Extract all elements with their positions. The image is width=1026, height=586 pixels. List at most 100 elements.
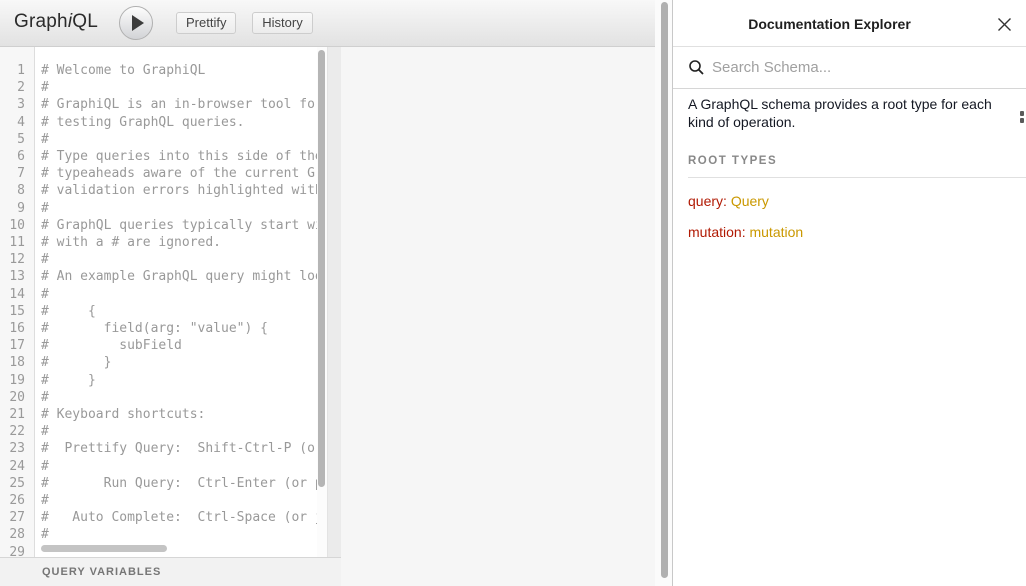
line-number: 25 <box>0 475 36 492</box>
editor-vertical-scrollbar-thumb[interactable] <box>318 50 325 487</box>
code-line: 23# Prettify Query: Shift-Ctrl-P (or pre… <box>0 440 317 457</box>
code-line: 1# Welcome to GraphiQL <box>0 62 317 79</box>
pane-resize-divider[interactable] <box>327 47 341 557</box>
line-text: # with a # are ignored. <box>36 234 221 251</box>
root-type-row: query: Query <box>688 193 1026 209</box>
line-text: # <box>36 492 49 509</box>
code-line: 9# <box>0 200 317 217</box>
graphiql-window: GraphiQL Prettify History 1# Welcome to … <box>0 0 1026 586</box>
code-rows: 1# Welcome to GraphiQL2#3# GraphiQL is a… <box>0 47 317 557</box>
code-line: 2# <box>0 79 317 96</box>
code-line: 20# <box>0 389 317 406</box>
editor-horizontal-scrollbar-thumb[interactable] <box>41 545 167 552</box>
line-text: # Run Query: Ctrl-Enter (or press the pl… <box>36 475 317 492</box>
root-type-name-link[interactable]: Query <box>731 193 769 209</box>
code-line: 6# Type queries into this side of the sc… <box>0 148 317 165</box>
code-line: 28# <box>0 526 317 543</box>
line-number: 21 <box>0 406 36 423</box>
line-number: 23 <box>0 440 36 457</box>
code-line: 22# <box>0 423 317 440</box>
line-text: # <box>36 389 49 406</box>
root-type-row: mutation: mutation <box>688 224 1026 240</box>
root-type-name-link[interactable]: mutation <box>749 224 803 240</box>
line-number: 1 <box>0 62 36 79</box>
code-line: 25# Run Query: Ctrl-Enter (or press the … <box>0 475 317 492</box>
toolbar: GraphiQL Prettify History <box>0 0 655 47</box>
line-number: 20 <box>0 389 36 406</box>
code-line: 11# with a # are ignored. <box>0 234 317 251</box>
line-text <box>36 544 41 557</box>
line-number: 17 <box>0 337 36 354</box>
line-text: # <box>36 131 49 148</box>
line-text: # } <box>36 354 111 371</box>
graphiql-logo: GraphiQL <box>14 11 98 33</box>
line-text: # { <box>36 303 96 320</box>
code-line: 5# <box>0 131 317 148</box>
documentation-explorer-panel: Documentation Explorer A GraphQL schema … <box>672 0 1026 586</box>
line-text: # Keyboard shortcuts: <box>36 406 205 423</box>
code-line: 14# <box>0 286 317 303</box>
query-editor[interactable]: 1# Welcome to GraphiQL2#3# GraphiQL is a… <box>0 47 317 557</box>
history-button[interactable]: History <box>252 12 313 34</box>
line-number: 13 <box>0 268 36 285</box>
doc-explorer-title: Documentation Explorer <box>673 16 986 32</box>
query-variables-title: QUERY VARIABLES <box>42 566 161 578</box>
code-line: 19# } <box>0 372 317 389</box>
scrollbar-segment <box>1020 111 1024 116</box>
line-number: 5 <box>0 131 36 148</box>
line-text: # <box>36 286 49 303</box>
doc-panel-scrollbar-thumb[interactable] <box>1020 111 1024 125</box>
scrollbar-segment <box>1020 118 1024 123</box>
line-number: 29 <box>0 544 36 557</box>
line-number: 11 <box>0 234 36 251</box>
result-pane <box>341 47 655 586</box>
close-doc-explorer-button[interactable] <box>994 14 1014 34</box>
line-text: # <box>36 200 49 217</box>
line-text: # <box>36 458 49 475</box>
line-number: 8 <box>0 182 36 199</box>
line-text: # <box>36 251 49 268</box>
query-variables-bar[interactable]: QUERY VARIABLES <box>0 557 341 586</box>
root-types-list: query: Query mutation: mutation <box>688 193 1026 240</box>
play-icon <box>132 15 144 31</box>
code-line: 16# field(arg: "value") { <box>0 320 317 337</box>
line-text: # <box>36 423 49 440</box>
code-line: 18# } <box>0 354 317 371</box>
line-number: 14 <box>0 286 36 303</box>
doc-explorer-titlebar: Documentation Explorer <box>673 0 1026 47</box>
app-scrollbar-thumb[interactable] <box>661 2 668 578</box>
code-line: 3# GraphiQL is an in-browser tool for wr… <box>0 96 317 113</box>
line-text: # <box>36 526 49 543</box>
execute-query-button[interactable] <box>119 6 153 40</box>
line-number: 7 <box>0 165 36 182</box>
line-number: 26 <box>0 492 36 509</box>
code-line: 24# <box>0 458 317 475</box>
line-number: 10 <box>0 217 36 234</box>
close-icon <box>997 17 1012 32</box>
line-number: 2 <box>0 79 36 96</box>
code-line: 26# <box>0 492 317 509</box>
line-text: # typeaheads aware of the current GraphQ… <box>36 165 317 182</box>
line-number: 4 <box>0 114 36 131</box>
root-types-heading: ROOT TYPES <box>688 155 1026 178</box>
code-line: 27# Auto Complete: Ctrl-Space (or just s… <box>0 509 317 526</box>
code-line: 10# GraphQL queries typically start with… <box>0 217 317 234</box>
code-line: 8# validation errors highlighted within … <box>0 182 317 199</box>
search-icon <box>688 59 705 76</box>
line-number: 24 <box>0 458 36 475</box>
prettify-button[interactable]: Prettify <box>176 12 236 34</box>
doc-search-row <box>673 47 1026 89</box>
line-text: # <box>36 79 49 96</box>
search-schema-input[interactable] <box>712 59 992 76</box>
root-type-keyword: mutation: <box>688 224 746 240</box>
line-number: 6 <box>0 148 36 165</box>
line-number: 22 <box>0 423 36 440</box>
line-number: 9 <box>0 200 36 217</box>
line-text: # } <box>36 372 96 389</box>
root-type-keyword: query: <box>688 193 727 209</box>
line-number: 3 <box>0 96 36 113</box>
line-text: # subField <box>36 337 182 354</box>
code-line: 13# An example GraphQL query might look … <box>0 268 317 285</box>
code-line: 21# Keyboard shortcuts: <box>0 406 317 423</box>
schema-description: A GraphQL schema provides a root type fo… <box>673 89 1026 131</box>
